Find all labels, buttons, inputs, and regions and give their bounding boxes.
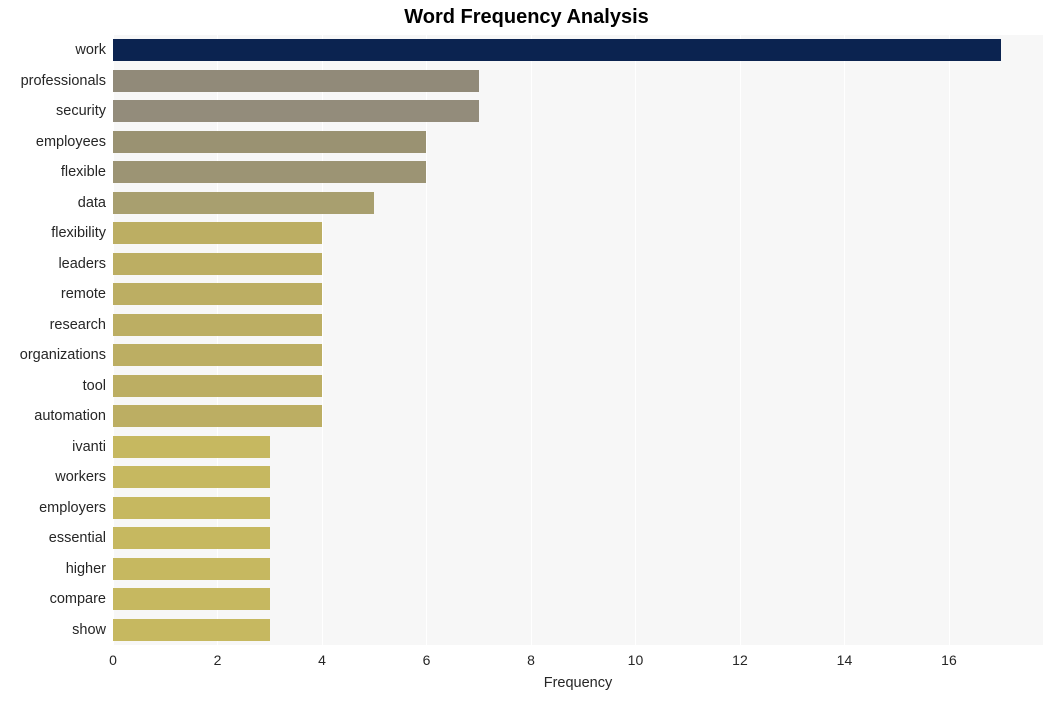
y-axis-tick-label: research xyxy=(49,316,106,333)
x-axis-tick-label: 16 xyxy=(941,652,957,668)
x-axis-tick-label: 2 xyxy=(213,652,222,668)
x-axis-tick-label: 6 xyxy=(422,652,431,668)
gridline xyxy=(948,35,950,645)
x-axis-tick-label: 12 xyxy=(732,652,748,668)
gridline xyxy=(217,35,219,645)
bar xyxy=(113,466,270,489)
y-axis-tick-label: compare xyxy=(49,591,106,608)
gridline xyxy=(426,35,428,645)
x-axis-tick-label: 0 xyxy=(109,652,117,668)
y-axis: work professionals security employees flexib… xyxy=(0,35,106,645)
x-axis-tick-label: 10 xyxy=(627,652,644,668)
bar xyxy=(113,405,322,428)
gridline xyxy=(530,35,532,645)
gridline xyxy=(635,35,637,645)
bar xyxy=(113,374,322,397)
gridline xyxy=(321,35,323,645)
bar xyxy=(113,618,270,641)
bar xyxy=(113,344,322,367)
x-axis-tick-label: 8 xyxy=(527,652,535,668)
y-axis-tick-label: professionals xyxy=(20,72,106,89)
y-axis-tick-label: tool xyxy=(82,377,106,394)
y-axis-tick-label: ivanti xyxy=(72,438,106,455)
y-axis-tick-label: automation xyxy=(34,408,106,425)
plot-area xyxy=(113,35,1043,645)
y-axis-tick-label: organizations xyxy=(19,347,106,364)
y-axis-tick-label: employers xyxy=(39,499,106,516)
gridline xyxy=(113,35,114,645)
bar xyxy=(113,39,1002,62)
bar xyxy=(113,283,322,306)
bar xyxy=(113,222,322,245)
y-axis-tick-label: security xyxy=(56,103,106,120)
bar xyxy=(113,161,427,184)
y-axis-tick-label: leaders xyxy=(58,255,106,272)
gridline xyxy=(739,35,741,645)
chart-figure: Word Frequency Analysis work professional… xyxy=(0,0,1053,701)
y-axis-tick-label: work xyxy=(75,42,106,59)
y-axis-tick-label: flexible xyxy=(60,164,106,181)
bar xyxy=(113,527,270,550)
bar xyxy=(113,252,322,275)
x-axis-tick-label: 4 xyxy=(318,652,326,668)
bar xyxy=(113,69,479,92)
bar xyxy=(113,588,270,611)
y-axis-tick-label: workers xyxy=(55,469,106,486)
y-axis-tick-label: data xyxy=(77,194,106,211)
y-axis-tick-label: show xyxy=(72,621,106,638)
bar xyxy=(113,557,270,580)
gridline xyxy=(844,35,846,645)
y-axis-tick-label: higher xyxy=(65,560,106,577)
bar xyxy=(113,130,427,153)
bar xyxy=(113,191,375,214)
bar xyxy=(113,100,479,123)
bar xyxy=(113,435,270,458)
y-axis-tick-label: flexibility xyxy=(51,225,106,242)
x-axis-label: Frequency xyxy=(543,675,613,691)
x-axis: 0 2 4 6 8 10 12 14 16 xyxy=(109,652,1043,672)
chart-title: Word Frequency Analysis xyxy=(404,6,649,28)
bar xyxy=(113,496,270,519)
bar xyxy=(113,313,322,336)
x-axis-tick-label: 14 xyxy=(836,652,853,668)
y-axis-tick-label: remote xyxy=(60,286,106,303)
y-axis-tick-label: essential xyxy=(48,530,106,547)
y-axis-tick-label: employees xyxy=(35,133,106,150)
